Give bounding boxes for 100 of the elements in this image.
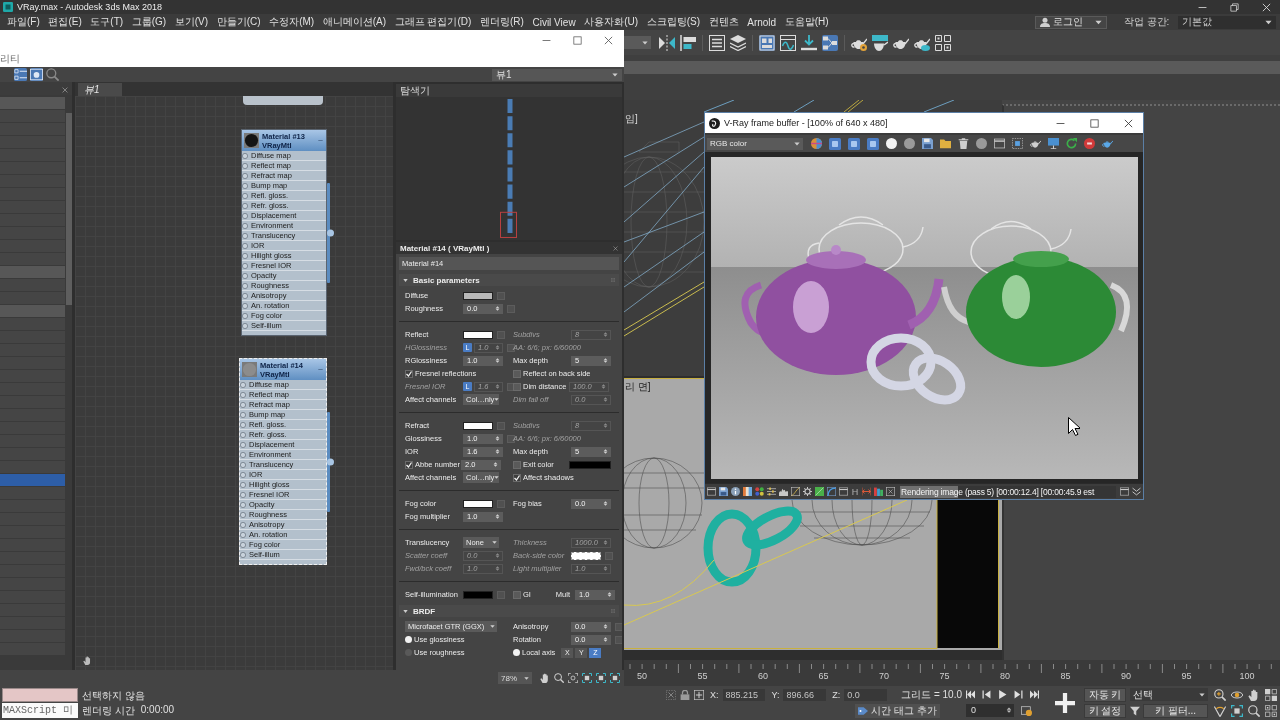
spinner-arrows-icon[interactable] bbox=[495, 436, 500, 441]
menu-item[interactable]: 보기(V) bbox=[174, 15, 209, 29]
caret-icon[interactable] bbox=[794, 140, 800, 147]
checkbox[interactable] bbox=[513, 473, 521, 482]
caret-icon[interactable] bbox=[490, 624, 495, 629]
expand-icon[interactable] bbox=[403, 608, 408, 614]
material-node[interactable] bbox=[241, 129, 327, 336]
output-connector-icon[interactable] bbox=[327, 412, 334, 512]
scrollbar-thumb[interactable] bbox=[66, 113, 72, 305]
spinner-arrows-icon[interactable] bbox=[495, 514, 500, 519]
mirror-icon[interactable] bbox=[659, 34, 675, 51]
coordinate-field[interactable]: 885.215 bbox=[722, 689, 766, 701]
caret-icon[interactable] bbox=[1265, 18, 1272, 26]
caret-icon[interactable] bbox=[494, 475, 500, 480]
color-bars-icon[interactable] bbox=[874, 487, 883, 496]
menu-item[interactable]: 사용자화(U) bbox=[584, 15, 639, 29]
zoom-dropdown[interactable]: 78% bbox=[498, 672, 532, 684]
menu-item[interactable]: 만들기(C) bbox=[216, 15, 261, 29]
map-button[interactable] bbox=[507, 434, 515, 443]
hand-icon[interactable] bbox=[83, 656, 92, 665]
grid-icon[interactable] bbox=[1265, 705, 1277, 717]
material-node[interactable] bbox=[243, 96, 323, 105]
color-swatch[interactable] bbox=[569, 460, 611, 469]
zoom-extents-icon[interactable] bbox=[1231, 705, 1243, 717]
menu-item[interactable]: 스크립팅(S) bbox=[646, 15, 701, 29]
zoom-extents-icon[interactable] bbox=[582, 673, 592, 683]
save-icon[interactable] bbox=[719, 487, 728, 496]
region-icon[interactable] bbox=[1012, 138, 1023, 149]
time-configuration-icon[interactable] bbox=[1021, 704, 1032, 716]
panel-window-icon[interactable] bbox=[759, 34, 775, 51]
checkbox[interactable] bbox=[405, 460, 413, 469]
window-icon[interactable] bbox=[1120, 487, 1129, 496]
swatch-icon[interactable] bbox=[815, 487, 824, 496]
auto-key-button[interactable]: 자동 키 bbox=[1084, 688, 1126, 702]
key-plus-icon[interactable] bbox=[1055, 693, 1075, 713]
layer-stack-icon[interactable] bbox=[730, 34, 746, 51]
go-to-start-icon[interactable] bbox=[966, 689, 975, 699]
caret-icon[interactable] bbox=[1199, 691, 1205, 698]
menu-item[interactable]: 파일(F) bbox=[7, 15, 40, 29]
folder-icon[interactable] bbox=[940, 138, 951, 149]
toolbar-letter[interactable]: H bbox=[851, 486, 859, 497]
key-mode-dropdown[interactable]: 선택 bbox=[1130, 688, 1208, 702]
zoom-icon[interactable] bbox=[1214, 689, 1226, 701]
search-icon[interactable] bbox=[46, 68, 59, 81]
rollout-header[interactable]: BRDF bbox=[399, 605, 619, 617]
maxscript-listener-field[interactable] bbox=[2, 688, 78, 702]
sphere-icon[interactable] bbox=[811, 138, 822, 149]
dropdown-field[interactable] bbox=[624, 36, 651, 49]
checkbox[interactable] bbox=[513, 460, 521, 469]
field-of-view-icon[interactable] bbox=[1214, 705, 1226, 717]
checkbox[interactable] bbox=[513, 369, 521, 378]
stop-icon[interactable] bbox=[1084, 138, 1095, 149]
levels-icon[interactable] bbox=[767, 487, 776, 496]
menu-item[interactable]: Arnold bbox=[747, 16, 777, 28]
user-icon[interactable] bbox=[1040, 17, 1051, 27]
color-swatch[interactable] bbox=[463, 291, 493, 300]
teapot-window-icon[interactable] bbox=[872, 34, 888, 51]
login-dropdown[interactable]: 로그인 bbox=[1035, 15, 1108, 29]
menu-item[interactable]: 리티 bbox=[0, 51, 20, 66]
logo-icon[interactable] bbox=[709, 117, 720, 129]
caret-icon[interactable] bbox=[642, 39, 648, 46]
view-tab[interactable]: 뷰1 bbox=[78, 83, 122, 96]
radio-button[interactable] bbox=[405, 636, 412, 643]
circle-icon[interactable] bbox=[904, 138, 915, 149]
gradient-icon[interactable] bbox=[743, 487, 752, 496]
curve-window-icon[interactable] bbox=[780, 34, 796, 51]
time-tag-button[interactable]: 시간 태그 추가 bbox=[855, 704, 940, 718]
close-icon[interactable] bbox=[613, 245, 618, 251]
window-icon[interactable] bbox=[707, 487, 716, 496]
collapse-icon[interactable] bbox=[318, 138, 323, 143]
spinner-arrows-icon[interactable] bbox=[603, 501, 608, 506]
checkbox[interactable] bbox=[405, 369, 413, 378]
spinner-arrows-icon[interactable] bbox=[603, 637, 608, 642]
color-swatch[interactable] bbox=[463, 421, 493, 430]
viewport-label[interactable]: 리 면] bbox=[625, 380, 651, 394]
key-filters-button[interactable]: 키 필터... bbox=[1143, 703, 1208, 718]
maximize-icon[interactable] bbox=[1089, 118, 1099, 128]
go-to-end-icon[interactable] bbox=[1030, 689, 1039, 699]
menu-item[interactable]: 도움말(H) bbox=[784, 15, 829, 29]
menu-item[interactable]: 그룹(G) bbox=[131, 15, 167, 29]
channel-toggle-icon[interactable] bbox=[867, 137, 879, 150]
preview-window-icon[interactable] bbox=[30, 68, 43, 81]
window-icon[interactable] bbox=[994, 138, 1005, 149]
curve-icon[interactable] bbox=[791, 487, 800, 496]
spinner-arrows-icon[interactable] bbox=[1006, 707, 1012, 713]
collapse-icon[interactable] bbox=[318, 367, 323, 372]
close-box-icon[interactable] bbox=[886, 487, 895, 496]
coordinate-field[interactable]: 0.0 bbox=[844, 689, 888, 701]
spinner-arrows-icon[interactable] bbox=[603, 358, 608, 363]
channel-toggle-icon[interactable] bbox=[848, 137, 860, 150]
channel-toggle-icon[interactable] bbox=[829, 137, 841, 150]
view-dropdown[interactable]: 뷰1 bbox=[492, 68, 622, 81]
caret-icon[interactable] bbox=[1095, 18, 1103, 26]
zoom-extents-icon[interactable] bbox=[596, 673, 606, 683]
chevron-icon[interactable] bbox=[1132, 487, 1141, 496]
menu-item[interactable]: 애니메이션(A) bbox=[322, 15, 387, 29]
gear-icon[interactable] bbox=[803, 487, 812, 496]
teapot-icon[interactable] bbox=[1102, 138, 1113, 149]
restore-icon[interactable] bbox=[1229, 2, 1239, 12]
coordinate-field[interactable]: 896.66 bbox=[783, 689, 827, 701]
